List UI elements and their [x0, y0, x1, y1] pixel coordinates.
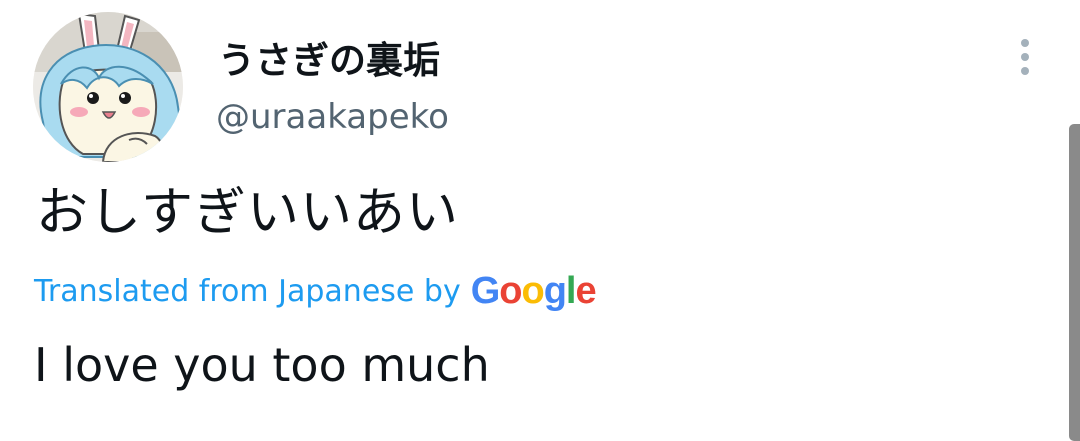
avatar[interactable]	[33, 12, 183, 162]
google-logo: Google	[470, 269, 597, 313]
translation-attribution: Translated from Japanese by Google	[34, 268, 597, 314]
google-logo-letter: e	[575, 269, 596, 312]
google-logo-letter: o	[521, 269, 544, 312]
google-logo-letter: G	[470, 269, 501, 312]
tweet-text: おしすぎいいあい	[36, 183, 459, 243]
more-vertical-icon[interactable]	[1008, 36, 1042, 78]
scrollbar[interactable]	[1069, 124, 1080, 441]
display-name[interactable]: うさぎの裏垢	[218, 30, 440, 84]
google-logo-letter: g	[543, 269, 567, 312]
user-handle[interactable]: @uraakapeko	[216, 97, 449, 137]
avatar-image	[33, 12, 183, 162]
google-logo-letter: o	[499, 269, 522, 312]
translation-label[interactable]: Translated from Japanese by	[34, 274, 461, 309]
translated-text: I love you too much	[34, 338, 490, 392]
